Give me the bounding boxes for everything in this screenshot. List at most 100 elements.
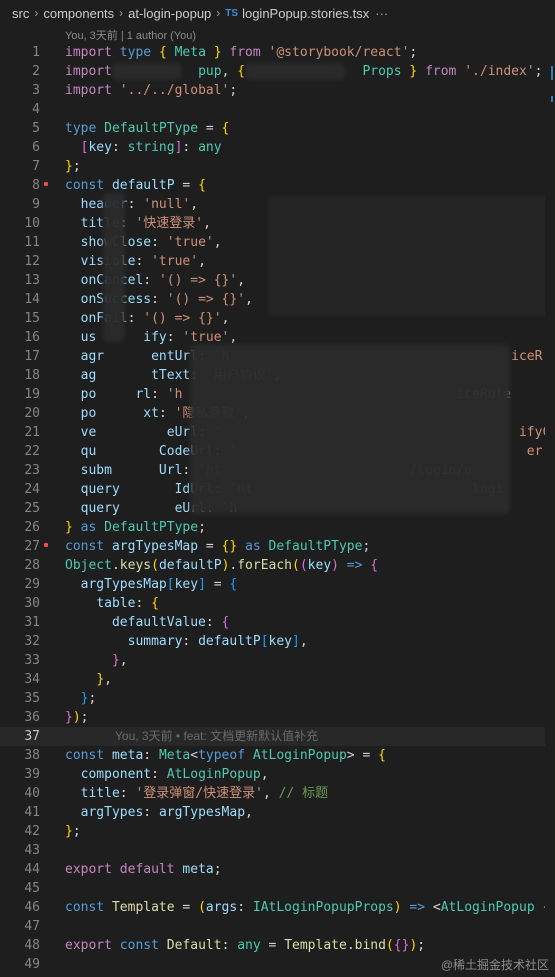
code-line[interactable]: 26} as DefaultPType; [0, 518, 545, 537]
line-number: 38 [24, 748, 40, 763]
code-line[interactable]: 30 table: { [0, 594, 545, 613]
code-line[interactable]: 34 }, [0, 670, 545, 689]
code-line[interactable]: 27 const argTypesMap = {} as DefaultPType… [0, 537, 545, 556]
code-line[interactable]: 39 component: AtLoginPopup, [0, 765, 545, 784]
code-token: : [135, 254, 152, 269]
code-line[interactable]: 48 export const Default: any = Template.b… [0, 936, 545, 955]
code-text: component: AtLoginPopup, [40, 765, 269, 784]
code-line[interactable]: 4 [0, 100, 545, 119]
git-blame-header[interactable]: You, 3天前 | 1 author (You) [65, 27, 196, 43]
code-token: component [80, 767, 152, 782]
code-line[interactable]: 42}; [0, 822, 545, 841]
code-token: // 标题 [278, 786, 329, 801]
code-token: AtLoginPopup [440, 900, 535, 915]
line-number: 18 [24, 368, 40, 383]
code-token: from [417, 64, 465, 79]
code-token: ; [72, 824, 81, 839]
code-token: as [72, 520, 105, 535]
redaction-mark [268, 196, 555, 316]
code-line[interactable]: 44 export default meta; [0, 860, 545, 879]
code-line[interactable]: 3 import '../../global'; [0, 81, 545, 100]
code-token: = [198, 539, 222, 554]
code-line[interactable]: 41 argTypes: argTypesMap, [0, 803, 545, 822]
code-text: } as DefaultPType; [40, 518, 206, 537]
code-line[interactable]: 28 Object.keys(defaultP).forEach((key) =>… [0, 556, 545, 575]
code-token: : [151, 387, 167, 402]
line-number: 14 [24, 292, 40, 307]
code-line[interactable]: 8 const defaultP = { [0, 176, 545, 195]
code-line[interactable]: 45 [0, 879, 545, 898]
code-token: ( [385, 938, 394, 953]
line-number: 46 [24, 900, 40, 915]
breadcrumb-file-name[interactable]: loginPopup.stories.tsx [242, 6, 369, 21]
code-token: ] [198, 577, 206, 592]
code-text: table: { [40, 594, 159, 613]
code-token: const [119, 938, 167, 953]
line-number: 31 [24, 615, 40, 630]
code-line[interactable]: 33 }, [0, 651, 545, 670]
more-icon[interactable]: ··· [375, 6, 388, 21]
code-token: ; [409, 45, 418, 60]
code-line[interactable]: 43 [0, 841, 545, 860]
code-text: }; [40, 157, 81, 176]
code-token: ; [88, 691, 97, 706]
code-line[interactable]: 36}); [0, 708, 545, 727]
code-line[interactable]: 47 [0, 917, 545, 936]
code-line[interactable]: 37 You, 3天前 • feat: 文档更新默认值补充 [0, 727, 545, 746]
code-line[interactable]: 29 argTypesMap[key] = { [0, 575, 545, 594]
code-line[interactable]: 40 title: '登录弹窗/快速登录', // 标题 [0, 784, 545, 803]
code-token: import [65, 83, 120, 98]
line-number: 40 [24, 786, 40, 801]
code-token: : [205, 615, 222, 630]
code-line[interactable]: 35 }; [0, 689, 545, 708]
code-line[interactable]: 1 import type { Meta } from '@storybook/r… [0, 43, 545, 62]
code-token: } [111, 653, 120, 668]
line-number: 27 [24, 539, 40, 554]
breadcrumb-item-src[interactable]: src [12, 6, 29, 21]
code-text: const argTypesMap = {} as DefaultPType; [40, 537, 370, 556]
line-number: 44 [24, 862, 40, 877]
code-token: '快速登录' [135, 216, 204, 231]
code-token: } [65, 824, 73, 839]
code-token: ) [331, 558, 339, 573]
editor-scrollbar[interactable] [545, 26, 555, 977]
redaction-mark [112, 63, 182, 80]
line-number: 37 [24, 729, 40, 744]
line-number: 20 [24, 406, 40, 421]
code-line[interactable]: 31 defaultValue: { [0, 613, 545, 632]
code-token: const [65, 539, 112, 554]
breadcrumb-item-at-login-popup[interactable]: at-login-popup [128, 6, 211, 21]
breadcrumb-item-components[interactable]: components [43, 6, 114, 21]
code-token: table [96, 596, 136, 611]
code-line[interactable]: 46 const Template = (args: IAtLoginPopupP… [0, 898, 550, 917]
code-token: defaultP [158, 558, 222, 573]
code-token: '@storybook/react' [268, 45, 410, 60]
code-line[interactable]: 32 summary: defaultP[key], [0, 632, 545, 651]
code-token: from [221, 45, 269, 60]
code-line[interactable]: 5 type DefaultPType = { [0, 119, 545, 138]
code-token: const [65, 900, 112, 915]
code-token: meta [182, 862, 214, 877]
line-number: 47 [24, 919, 40, 934]
code-token: meta [111, 748, 144, 763]
code-line[interactable]: 38 const meta: Meta<typeof AtLoginPopup> … [0, 746, 545, 765]
code-line[interactable]: 7}; [0, 157, 545, 176]
chevron-right-icon: › [216, 6, 221, 20]
code-token: DefaultPType [104, 121, 199, 136]
code-token: '() => {}' [143, 311, 222, 326]
code-token: DefaultPType [268, 539, 363, 554]
code-token: : [111, 140, 128, 155]
code-token: , [237, 273, 246, 288]
code-line[interactable]: 6 [key: string]: any [0, 138, 545, 157]
code-token: > = [346, 748, 379, 763]
code-token: , [203, 216, 211, 231]
